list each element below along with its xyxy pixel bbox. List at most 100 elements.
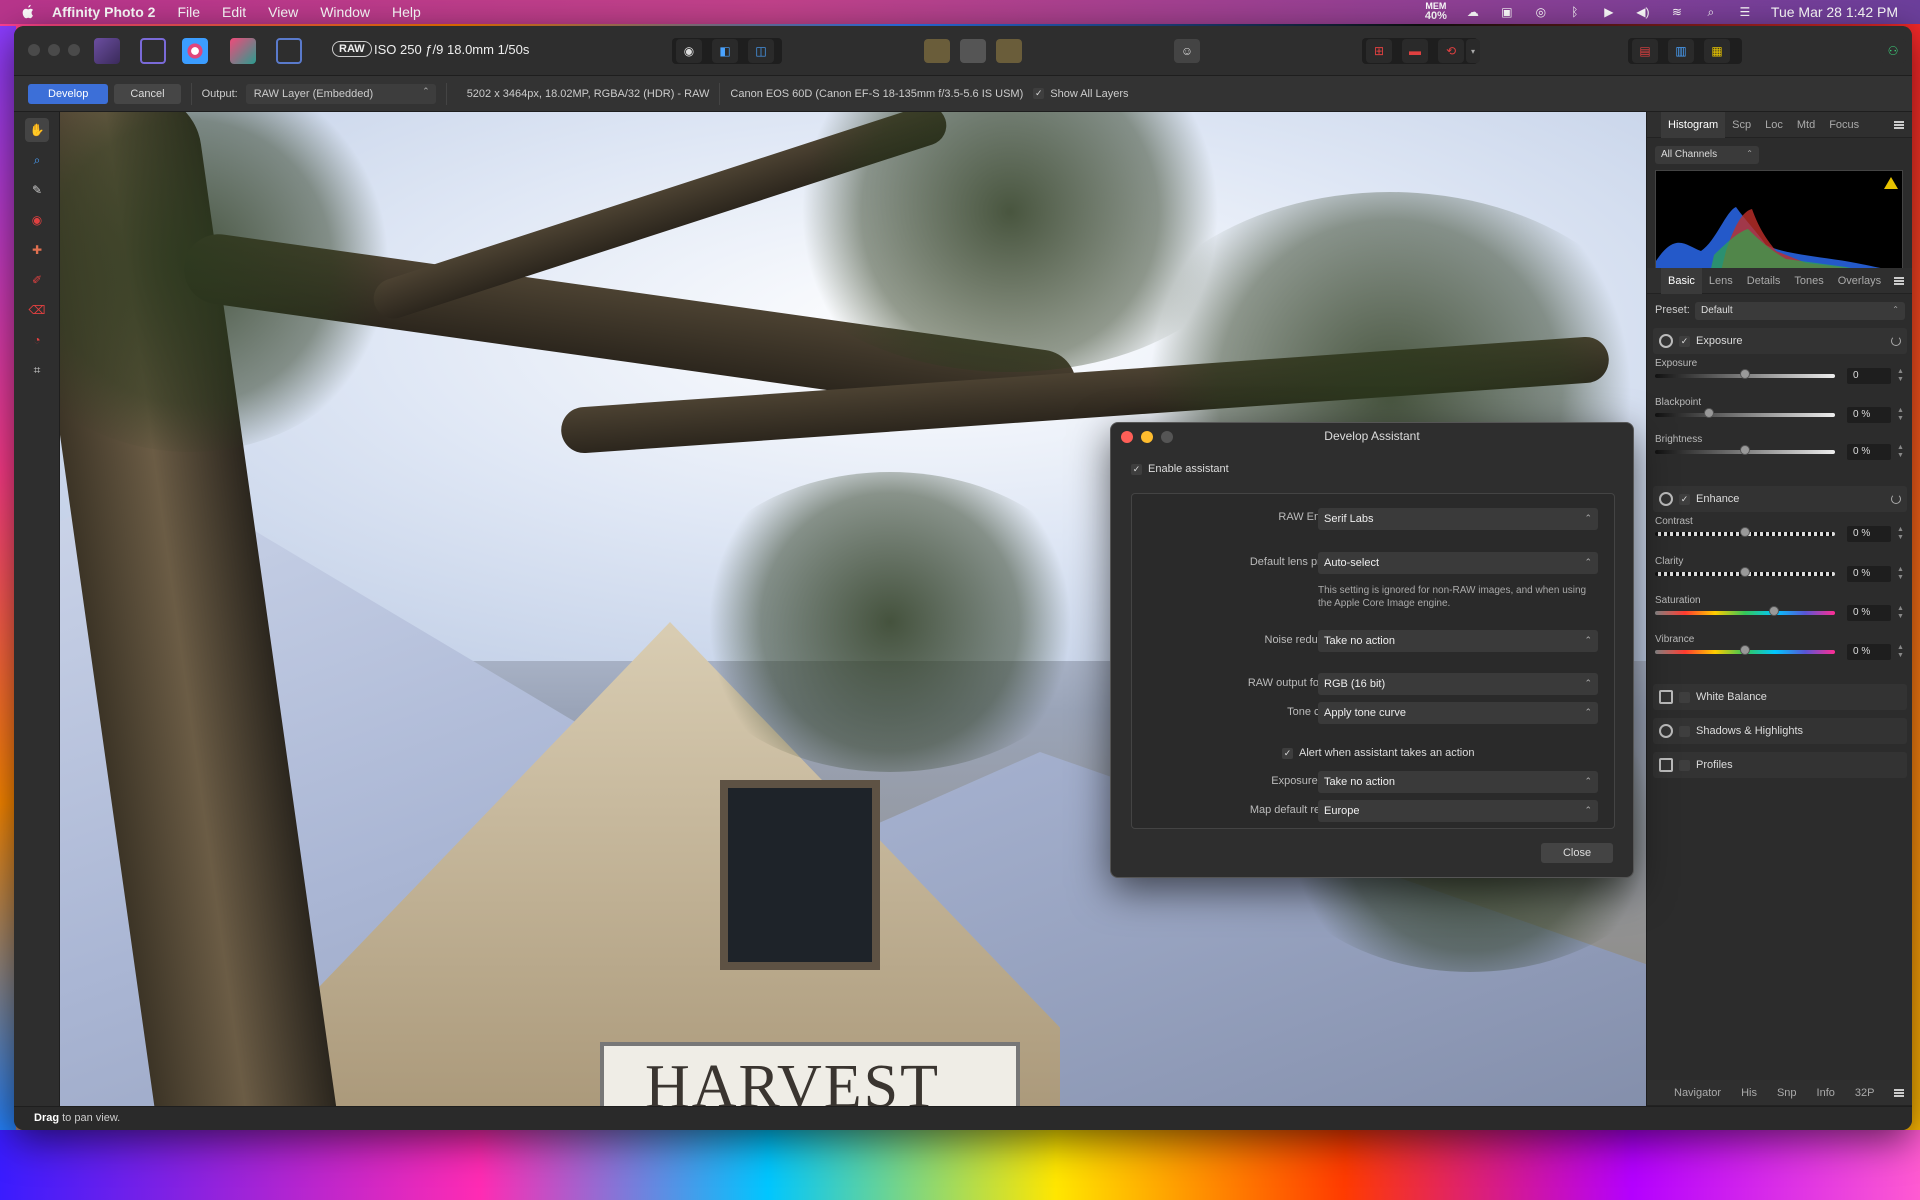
apple-icon[interactable]: [18, 4, 38, 20]
exposure-reset-icon[interactable]: [1891, 336, 1901, 346]
exposure-slider-knob[interactable]: [1740, 369, 1750, 379]
stepper-icon[interactable]: ▲ ▼: [1897, 444, 1904, 460]
liquify-persona-icon[interactable]: [140, 38, 166, 64]
alert-action-toggle[interactable]: ✓ Alert when assistant takes an action: [1282, 747, 1474, 759]
tab-details[interactable]: Details: [1740, 275, 1788, 287]
panel-left-icon[interactable]: ▤: [1632, 39, 1658, 63]
play-icon[interactable]: ▶: [1601, 5, 1617, 19]
window-minimize-button[interactable]: [48, 44, 60, 56]
clipping-midtones-button[interactable]: [960, 39, 986, 63]
memory-indicator[interactable]: MEM 40%: [1425, 2, 1447, 22]
white-balance-tool-icon[interactable]: ✎: [25, 178, 49, 202]
panel-center-icon[interactable]: ▥: [1668, 39, 1694, 63]
enable-assistant-checkbox[interactable]: ✓: [1131, 463, 1142, 475]
exposure-value-field[interactable]: 0: [1847, 368, 1891, 384]
overlay-erase-tool-icon[interactable]: ⌫: [25, 298, 49, 322]
window-close-button[interactable]: [28, 44, 40, 56]
tab-32bit-preview[interactable]: 32P: [1848, 1087, 1882, 1099]
vibrance-value-field[interactable]: 0 %: [1847, 644, 1891, 660]
creative-cloud-icon[interactable]: ◎: [1533, 5, 1549, 19]
stepper-icon[interactable]: ▲ ▼: [1897, 526, 1904, 542]
raw-engine-select[interactable]: Serif Labs: [1318, 507, 1598, 530]
exposure-bias-select[interactable]: Take no action: [1318, 770, 1598, 793]
white-balance-enable-checkbox[interactable]: [1679, 691, 1690, 703]
lens-profile-select[interactable]: Auto-select: [1318, 551, 1598, 574]
overlay-mask-icon[interactable]: ▬: [1402, 39, 1428, 63]
stepper-icon[interactable]: ▲ ▼: [1897, 644, 1904, 660]
menu-help[interactable]: Help: [392, 4, 421, 20]
menu-view[interactable]: View: [268, 4, 298, 20]
preset-select[interactable]: Default: [1695, 301, 1905, 320]
panel-menu-icon[interactable]: [1894, 120, 1904, 129]
contrast-value-field[interactable]: 0 %: [1847, 526, 1891, 542]
overlay-brush-icon[interactable]: ⟲: [1438, 39, 1464, 63]
saturation-value-field[interactable]: 0 %: [1847, 605, 1891, 621]
blackpoint-value-field[interactable]: 0 %: [1847, 407, 1891, 423]
overlay-gradient-tool-icon[interactable]: ◔: [25, 328, 49, 352]
zoom-tool-icon[interactable]: ⌕: [25, 148, 49, 172]
show-all-layers-toggle[interactable]: ✓ Show All Layers: [1033, 88, 1129, 100]
menubar-clock[interactable]: Tue Mar 28 1:42 PM: [1771, 4, 1898, 20]
clipping-warning-icon[interactable]: [1884, 177, 1898, 189]
slider-track[interactable]: [1655, 413, 1835, 417]
map-region-select[interactable]: Europe: [1318, 799, 1598, 822]
brightness-value-field[interactable]: 0 %: [1847, 444, 1891, 460]
contrast-slider-knob[interactable]: [1740, 527, 1750, 537]
enhance-reset-icon[interactable]: [1891, 494, 1901, 504]
enhance-section-header[interactable]: ✓ Enhance: [1653, 486, 1907, 512]
tab-metadata[interactable]: Mtd: [1790, 119, 1822, 131]
channel-select[interactable]: All Channels: [1655, 145, 1759, 164]
tab-location[interactable]: Loc: [1758, 119, 1790, 131]
view-mirror-button[interactable]: ◫: [748, 39, 774, 63]
tone-mapping-persona-icon[interactable]: [230, 38, 256, 64]
tab-histogram[interactable]: Histogram: [1661, 111, 1726, 138]
stepper-icon[interactable]: ▲ ▼: [1897, 605, 1904, 621]
alert-action-checkbox[interactable]: ✓: [1282, 747, 1293, 759]
slider-track[interactable]: [1655, 611, 1835, 615]
cloud-icon[interactable]: ☁: [1465, 5, 1481, 19]
panel-menu-icon[interactable]: [1894, 1088, 1904, 1097]
volume-icon[interactable]: ◀): [1635, 5, 1651, 19]
tab-snapshots[interactable]: Snp: [1770, 1087, 1804, 1099]
exposure-enable-checkbox[interactable]: ✓: [1679, 335, 1690, 347]
export-persona-icon[interactable]: [276, 38, 302, 64]
display-icon[interactable]: ▣: [1499, 5, 1515, 19]
noise-reduction-select[interactable]: Take no action: [1318, 629, 1598, 652]
control-center-icon[interactable]: ☰: [1737, 5, 1753, 19]
overlay-paint-tool-icon[interactable]: ✐: [25, 268, 49, 292]
tab-info[interactable]: Info: [1810, 1087, 1842, 1099]
tab-focus[interactable]: Focus: [1822, 119, 1866, 131]
white-balance-section-header[interactable]: White Balance: [1653, 684, 1907, 710]
tab-history[interactable]: His: [1734, 1087, 1764, 1099]
tab-tones[interactable]: Tones: [1787, 275, 1830, 287]
tab-basic[interactable]: Basic: [1661, 267, 1702, 294]
tone-curve-select[interactable]: Apply tone curve: [1318, 701, 1598, 724]
clarity-value-field[interactable]: 0 %: [1847, 566, 1891, 582]
enable-assistant-toggle[interactable]: ✓ Enable assistant: [1131, 463, 1229, 475]
profiles-enable-checkbox[interactable]: [1679, 759, 1690, 771]
vibrance-slider-knob[interactable]: [1740, 645, 1750, 655]
clarity-slider-knob[interactable]: [1740, 567, 1750, 577]
raw-output-format-select[interactable]: RGB (16 bit): [1318, 672, 1598, 695]
panel-right-icon[interactable]: ▦: [1704, 39, 1730, 63]
develop-button[interactable]: Develop: [28, 83, 109, 104]
view-split-button[interactable]: ◧: [712, 39, 738, 63]
crop-tool-icon[interactable]: ⌗: [25, 358, 49, 382]
stepper-icon[interactable]: ▲ ▼: [1897, 407, 1904, 423]
cancel-button[interactable]: Cancel: [114, 83, 181, 104]
exposure-section-header[interactable]: ✓ Exposure: [1653, 328, 1907, 354]
photo-persona-icon[interactable]: [94, 38, 120, 64]
menu-file[interactable]: File: [177, 4, 200, 20]
menu-window[interactable]: Window: [320, 4, 370, 20]
view-single-button[interactable]: ◉: [676, 39, 702, 63]
blackpoint-slider-knob[interactable]: [1704, 408, 1714, 418]
clipping-shadows-button[interactable]: [996, 39, 1022, 63]
show-all-layers-checkbox[interactable]: ✓: [1033, 88, 1045, 99]
search-icon[interactable]: ⌕: [1703, 5, 1719, 19]
stepper-icon[interactable]: ▲ ▼: [1897, 566, 1904, 582]
blemish-tool-icon[interactable]: ✚: [25, 238, 49, 262]
tab-lens[interactable]: Lens: [1702, 275, 1740, 287]
panel-menu-icon[interactable]: [1894, 276, 1904, 285]
tab-overlays[interactable]: Overlays: [1831, 275, 1888, 287]
overlay-dropdown-icon[interactable]: ▾: [1466, 39, 1480, 63]
